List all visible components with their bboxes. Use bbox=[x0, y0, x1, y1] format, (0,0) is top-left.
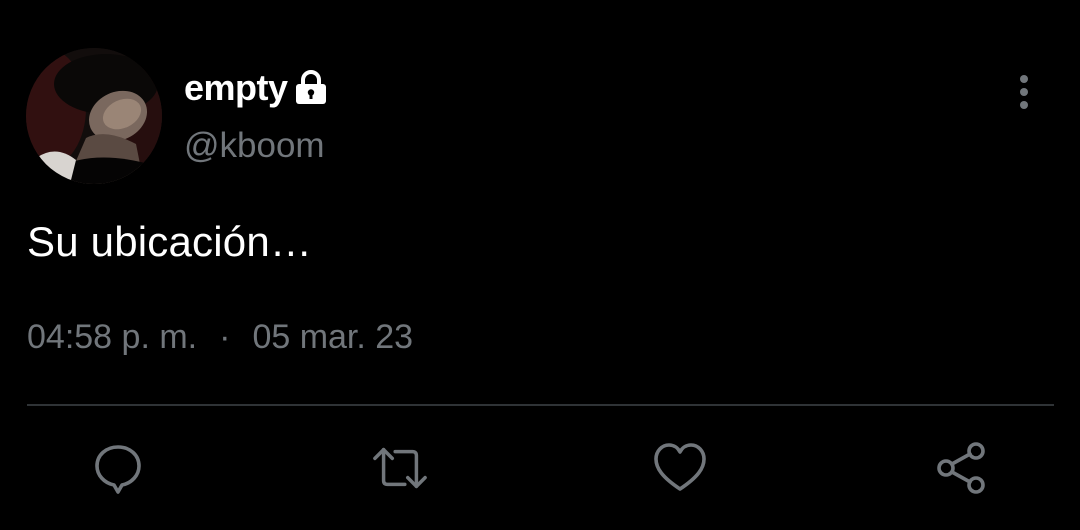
tweet-date[interactable]: 05 mar. 23 bbox=[252, 318, 413, 357]
tweet-metadata: 04:58 p. m. · 05 mar. 23 bbox=[27, 318, 413, 357]
divider bbox=[27, 404, 1054, 406]
avatar[interactable] bbox=[26, 48, 162, 184]
share-button[interactable] bbox=[934, 440, 990, 496]
tweet-text: Su ubicación… bbox=[27, 218, 313, 265]
retweet-icon bbox=[373, 447, 427, 489]
display-name[interactable]: empty bbox=[184, 67, 288, 109]
share-icon bbox=[937, 442, 985, 494]
tweet-detail: empty @kboom Su ubicación… 04:58 p. m. ·… bbox=[0, 0, 1080, 530]
reply-button[interactable] bbox=[90, 440, 146, 496]
like-button[interactable] bbox=[652, 440, 708, 496]
lock-icon bbox=[294, 70, 328, 106]
more-options-icon[interactable] bbox=[1010, 70, 1038, 114]
heart-icon bbox=[654, 443, 706, 491]
meta-separator: · bbox=[219, 318, 231, 356]
avatar-photo bbox=[26, 48, 162, 184]
speech-bubble-icon bbox=[95, 445, 141, 494]
tweet-time[interactable]: 04:58 p. m. bbox=[27, 318, 197, 357]
author-handle[interactable]: @kboom bbox=[184, 126, 325, 166]
retweet-button[interactable] bbox=[372, 440, 428, 496]
author-name-row[interactable]: empty bbox=[184, 66, 328, 110]
